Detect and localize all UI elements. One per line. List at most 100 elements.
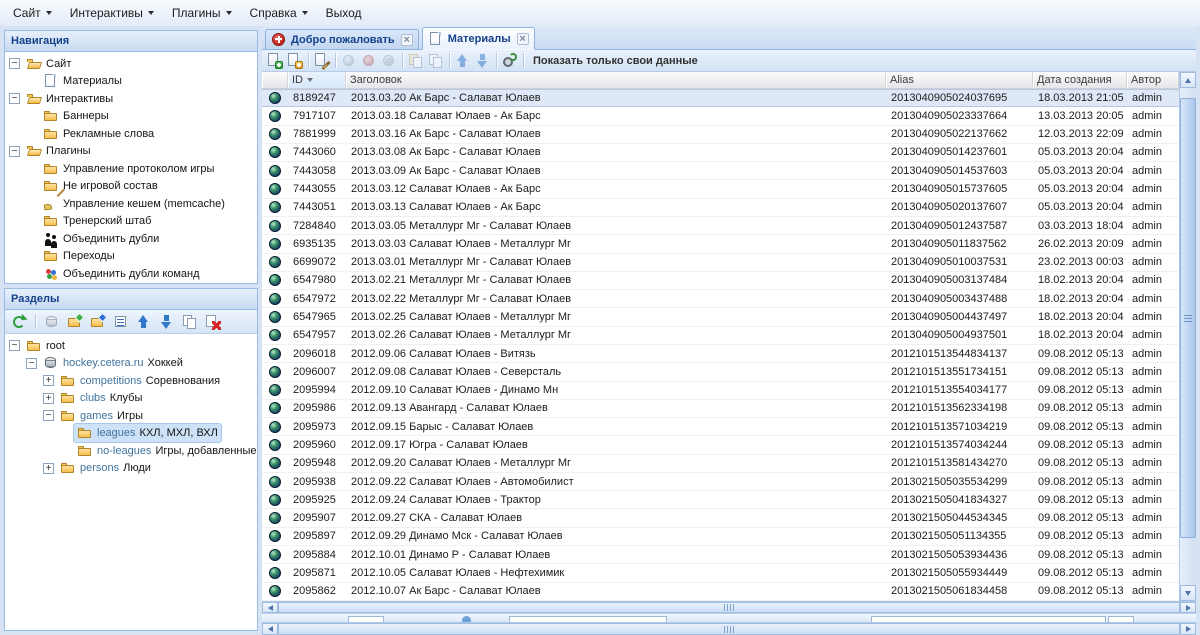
column-header-status[interactable] [262, 72, 288, 88]
menu-item-logout[interactable]: Выход [317, 3, 371, 23]
section-item-leagues[interactable]: leaguesКХЛ, МХЛ, ВХЛ [5, 425, 257, 443]
table-row[interactable]: 74430602013.03.08 Ак Барс - Салават Юлае… [262, 144, 1179, 162]
vscroll-thumb[interactable] [1180, 98, 1196, 538]
edit-material-button[interactable] [312, 51, 332, 71]
table-row[interactable]: 65479572013.02.26 Салават Юлаев - Металл… [262, 327, 1179, 345]
table-row[interactable]: 20958712012.10.05 Салават Юлаев - Нефтех… [262, 564, 1179, 582]
table-row[interactable]: 65479652013.02.25 Салават Юлаев - Металл… [262, 308, 1179, 326]
table-row[interactable]: 81892472013.03.20 Ак Барс - Салават Юлае… [262, 89, 1179, 107]
table-row[interactable]: 69351352013.03.03 Салават Юлаев - Металл… [262, 235, 1179, 253]
add-material-button[interactable] [265, 51, 285, 71]
nav-item-banners[interactable]: Баннеры [5, 108, 257, 126]
tree-node[interactable]: Переходы [40, 247, 118, 265]
table-row[interactable]: 78819992013.03.16 Ак Барс - Салават Юлае… [262, 126, 1179, 144]
pager-button[interactable] [1108, 616, 1134, 622]
tree-node[interactable]: Сайт [23, 55, 74, 73]
minus-expander-icon[interactable] [43, 410, 57, 421]
section-item-clubs[interactable]: clubsКлубы [5, 390, 257, 408]
nav-item-game-protocol[interactable]: Управление протоколом игры [5, 160, 257, 178]
tree-node[interactable]: hockey.cetera.ruХоккей [40, 354, 186, 372]
table-row[interactable]: 20959482012.09.20 Салават Юлаев - Металл… [262, 455, 1179, 473]
pager-filter-input[interactable] [509, 616, 667, 622]
tree-node[interactable]: leaguesКХЛ, МХЛ, ВХЛ [74, 424, 221, 442]
nav-item-materials[interactable]: Материалы [5, 73, 257, 91]
outer-horizontal-scrollbar[interactable] [262, 622, 1196, 635]
tree-node[interactable]: Объединить дубли [40, 230, 162, 248]
move-up-button[interactable] [134, 312, 154, 332]
minus-expander-icon[interactable] [9, 146, 23, 157]
scroll-down-button[interactable] [1180, 585, 1196, 601]
table-row[interactable]: 20959382012.09.22 Салават Юлаев - Автомо… [262, 473, 1179, 491]
table-row[interactable]: 79171072013.03.18 Салават Юлаев - Ак Бар… [262, 107, 1179, 125]
table-row[interactable]: 72848402013.03.05 Металлург Мг - Салават… [262, 217, 1179, 235]
table-row[interactable]: 20959072012.09.27 СКА - Салават Юлаев201… [262, 509, 1179, 527]
tree-node[interactable]: Плагины [23, 142, 94, 160]
tree-node[interactable]: Материалы [40, 72, 125, 90]
nav-item-coaching-staff[interactable]: Тренерский штаб [5, 213, 257, 231]
nav-item-merge-duplicates[interactable]: Объединить дубли [5, 230, 257, 248]
minus-expander-icon[interactable] [9, 93, 23, 104]
minus-expander-icon[interactable] [9, 58, 23, 69]
plus-expander-icon[interactable] [43, 393, 57, 404]
nav-item-plugins[interactable]: Плагины [5, 143, 257, 161]
delete-section-button[interactable] [203, 312, 223, 332]
pager-page-input[interactable] [348, 616, 384, 622]
tree-node[interactable]: Интерактивы [23, 90, 116, 108]
tree-node[interactable]: Управление протоколом игры [40, 160, 217, 178]
hscroll-thumb[interactable] [278, 623, 1180, 635]
minus-expander-icon[interactable] [26, 358, 40, 369]
section-properties-button[interactable] [111, 312, 131, 332]
menu-item-help[interactable]: Справка [241, 3, 317, 23]
tab-welcome[interactable]: Добро пожаловать [265, 29, 419, 49]
pager-search-input[interactable] [871, 616, 1106, 622]
column-header-id[interactable]: ID [288, 72, 346, 88]
nav-item-site[interactable]: Сайт [5, 55, 257, 73]
plus-expander-icon[interactable] [43, 463, 57, 474]
tree-node[interactable]: Управление командой [40, 282, 180, 283]
table-row[interactable]: 74430552013.03.12 Салават Юлаев - Ак Бар… [262, 180, 1179, 198]
tree-node[interactable]: Тренерский штаб [40, 212, 154, 230]
add-subsection-button[interactable] [88, 312, 108, 332]
menu-item-plugins[interactable]: Плагины [163, 3, 241, 23]
nav-item-merge-team-duplicates[interactable]: Объединить дубли команд [5, 265, 257, 283]
scroll-right-button[interactable] [1180, 623, 1196, 635]
table-row[interactable]: 66990722013.03.01 Металлург Мг - Салават… [262, 254, 1179, 272]
table-row[interactable]: 20959862012.09.13 Авангард - Салават Юла… [262, 400, 1179, 418]
hscroll-thumb[interactable] [278, 602, 1180, 613]
scroll-right-button[interactable] [1180, 602, 1196, 613]
table-row[interactable]: 20960182012.09.06 Салават Юлаев - Витязь… [262, 345, 1179, 363]
add-material-alt-button[interactable] [285, 51, 305, 71]
tree-node[interactable]: Рекламные слова [40, 125, 157, 143]
move-down-button[interactable] [157, 312, 177, 332]
menu-item-site[interactable]: Сайт [4, 3, 61, 23]
tree-node[interactable]: Управление кешем (memcache) [40, 195, 228, 213]
table-row[interactable]: 20959252012.09.24 Салават Юлаев - Тракто… [262, 491, 1179, 509]
refresh-button[interactable] [9, 312, 29, 332]
pager-refresh-icon[interactable] [462, 616, 471, 622]
tab-close-icon[interactable] [401, 34, 413, 46]
table-row[interactable]: 20959732012.09.15 Барыс - Салават Юлаев2… [262, 418, 1179, 436]
copy-section-button[interactable] [180, 312, 200, 332]
minus-expander-icon[interactable] [9, 340, 23, 351]
plus-expander-icon[interactable] [43, 375, 57, 386]
table-row[interactable]: 74430582013.03.09 Ак Барс - Салават Юлае… [262, 162, 1179, 180]
table-row[interactable]: 20958622012.10.07 Ак Барс - Салават Юлае… [262, 583, 1179, 601]
tree-node[interactable]: competitionsСоревнования [57, 372, 223, 390]
column-header-alias[interactable]: Alias [886, 72, 1033, 88]
nav-item-non-playing-staff[interactable]: Не игровой состав [5, 178, 257, 196]
tree-node[interactable]: root [23, 337, 68, 355]
section-item-competitions[interactable]: competitionsСоревнования [5, 372, 257, 390]
section-item-root[interactable]: root [5, 337, 257, 355]
scroll-left-button[interactable] [262, 623, 278, 635]
nav-item-transfers[interactable]: Переходы [5, 248, 257, 266]
table-row[interactable]: 65479722013.02.22 Металлург Мг - Салават… [262, 290, 1179, 308]
table-row[interactable]: 20960072012.09.08 Салават Юлаев - Северс… [262, 363, 1179, 381]
user-data-settings-button[interactable] [500, 51, 520, 71]
section-item-hockey[interactable]: hockey.cetera.ruХоккей [5, 355, 257, 373]
tree-node[interactable]: no-leaguesИгры, добавленные вручную [74, 442, 257, 460]
section-item-no-leagues[interactable]: no-leaguesИгры, добавленные вручную [5, 442, 257, 460]
tree-node[interactable]: personsЛюди [57, 459, 154, 477]
table-row[interactable]: 20958972012.09.29 Динамо Мск - Салават Ю… [262, 528, 1179, 546]
grid-horizontal-scrollbar[interactable] [262, 601, 1196, 613]
column-header-created[interactable]: Дата создания [1033, 72, 1127, 88]
